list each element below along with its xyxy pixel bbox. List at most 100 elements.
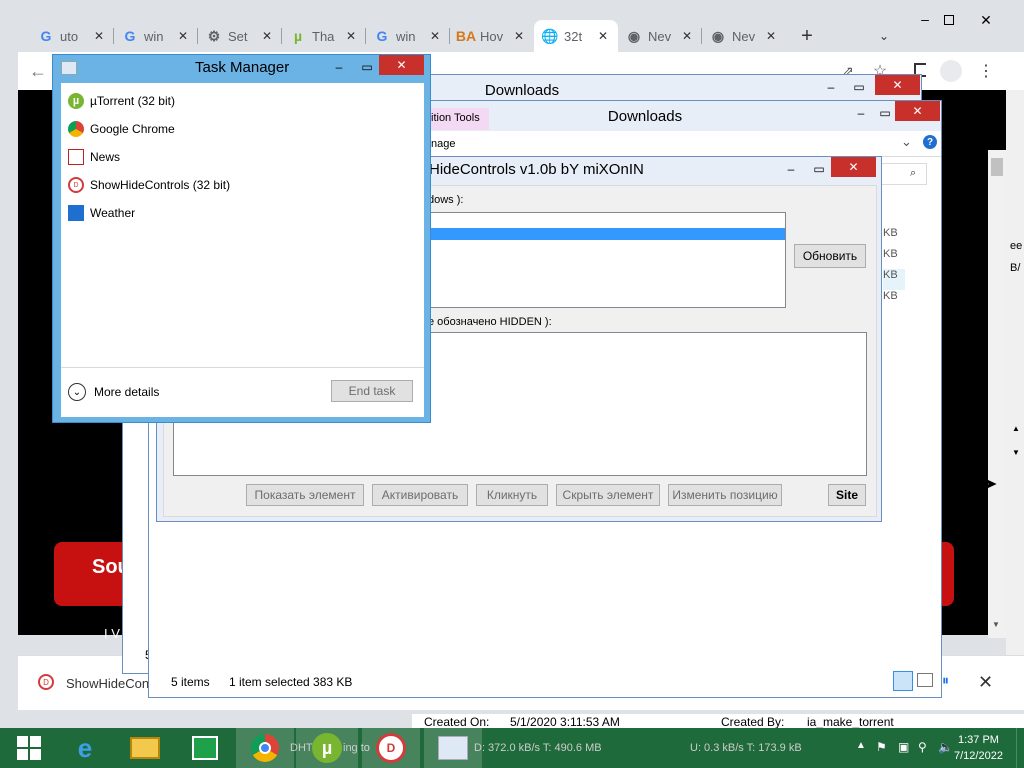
task-manager-body: µ µTorrent (32 bit) Google Chrome News D Show… xyxy=(61,83,424,417)
browser-tab[interactable]: ◉ Nev ✕ xyxy=(618,20,702,52)
maximize-button[interactable]: ▭ xyxy=(805,159,833,179)
help-icon[interactable]: ? xyxy=(923,135,937,149)
close-download-bar-icon[interactable]: ✕ xyxy=(978,672,993,693)
tab-close-icon[interactable]: ✕ xyxy=(344,29,358,43)
close-button[interactable]: ✕ xyxy=(379,55,424,75)
network-icon[interactable]: ▣ xyxy=(898,740,909,754)
app-list-item[interactable]: µ µTorrent (32 bit) xyxy=(61,87,424,115)
ribbon-tab-application-tools[interactable]: ition Tools xyxy=(429,108,489,130)
close-button[interactable]: ✕ xyxy=(831,157,876,177)
taskbar-ie[interactable]: e xyxy=(56,728,114,768)
download-speed: D: 372.0 kB/s T: 490.6 MB xyxy=(474,742,602,754)
volume-icon[interactable]: 🔈 xyxy=(938,740,953,754)
hide-element-button[interactable]: Скрыть элемент xyxy=(556,484,660,506)
chevron-down-icon[interactable]: ⌄ xyxy=(68,383,86,401)
windows-listbox[interactable] xyxy=(416,212,786,308)
end-task-button[interactable]: End task xyxy=(331,380,413,402)
maximize-button[interactable]: ▭ xyxy=(845,77,873,97)
app-list-item[interactable]: News xyxy=(61,143,424,171)
task-manager-icon xyxy=(438,736,468,760)
tab-close-icon[interactable]: ✕ xyxy=(260,29,274,43)
tab-title: Nev xyxy=(648,28,672,44)
scroll-down-arrow-icon[interactable]: ▼ xyxy=(992,620,1000,629)
tab-close-icon[interactable]: ✕ xyxy=(764,29,778,43)
task-manager-window: Task Manager – ▭ ✕ µ µTorrent (32 bit) Goo… xyxy=(52,54,431,423)
change-position-button[interactable]: Изменить позицию xyxy=(668,484,782,506)
app-list-item[interactable]: D ShowHideControls (32 bit) xyxy=(61,171,424,199)
tab-close-icon[interactable]: ✕ xyxy=(512,29,526,43)
tab-close-icon[interactable]: ✕ xyxy=(176,29,190,43)
profile-avatar-icon[interactable] xyxy=(940,60,962,82)
clock-date[interactable]: 7/12/2022 xyxy=(954,750,1003,762)
tab-favicon-icon: ◉ xyxy=(627,27,641,44)
tray-expand-icon[interactable]: ▲ xyxy=(856,740,866,751)
details-view-icon[interactable] xyxy=(893,671,913,691)
browser-tab[interactable]: Guto ✕ xyxy=(30,20,114,52)
browser-tab[interactable]: Gwin ✕ xyxy=(114,20,198,52)
taskbar-showhide[interactable]: D xyxy=(362,728,420,768)
new-tab-button[interactable]: + xyxy=(795,24,819,48)
minimize-button[interactable]: – xyxy=(325,57,353,77)
minimize-button[interactable]: – xyxy=(817,77,845,97)
show-desktop-button[interactable] xyxy=(1016,728,1024,768)
clock-time[interactable]: 1:37 PM xyxy=(958,734,999,746)
click-button[interactable]: Кликнуть xyxy=(476,484,548,506)
activate-button[interactable]: Активировать xyxy=(372,484,468,506)
app-name: Google Chrome xyxy=(90,122,175,136)
show-element-button[interactable]: Показать элемент xyxy=(246,484,364,506)
tab-close-icon[interactable]: ✕ xyxy=(92,29,106,43)
tab-separator xyxy=(113,28,114,44)
menu-dots-icon[interactable]: ⋮ xyxy=(976,61,996,81)
selected-list-item[interactable] xyxy=(417,228,785,240)
more-details-link[interactable]: More details xyxy=(94,385,159,399)
app-list-item[interactable]: Weather xyxy=(61,199,424,227)
taskbar-store[interactable] xyxy=(176,728,234,768)
start-button[interactable] xyxy=(0,728,58,768)
maximize-button[interactable]: ▭ xyxy=(353,57,381,77)
browser-tab[interactable]: ⚙ Set ✕ xyxy=(198,20,282,52)
scrollbar-thumb[interactable] xyxy=(991,158,1003,176)
scroll-down-arrow-icon[interactable]: ▼ xyxy=(1012,448,1020,457)
site-button[interactable]: Site xyxy=(828,484,866,506)
tab-close-icon[interactable]: ✕ xyxy=(596,29,610,43)
scroll-up-arrow-icon[interactable]: ▲ xyxy=(1012,424,1020,433)
tab-favicon-icon: 🌐 xyxy=(541,27,559,44)
search-box[interactable]: ⌕ xyxy=(875,163,927,185)
tab-title: win xyxy=(396,28,416,44)
show-all-icon[interactable]: ⏸ xyxy=(942,672,949,689)
close-button[interactable]: ✕ xyxy=(895,101,940,121)
large-icons-view-icon[interactable] xyxy=(917,673,933,687)
torrent-status-text: DHT xyxy=(290,742,313,754)
browser-tab[interactable]: Gwin ✕ xyxy=(366,20,450,52)
refresh-button[interactable]: Обновить xyxy=(794,244,866,268)
maximize-icon[interactable] xyxy=(944,15,954,25)
minimize-button[interactable]: – xyxy=(777,159,805,179)
tab-close-icon[interactable]: ✕ xyxy=(428,29,442,43)
browser-tab[interactable]: 🌐 32t ✕ xyxy=(534,20,618,52)
browser-tab[interactable]: µ Tha ✕ xyxy=(282,20,366,52)
taskbar-explorer[interactable] xyxy=(116,728,174,768)
ribbon-expand-chevron-icon[interactable]: ⌄ xyxy=(901,134,912,150)
size-cell: KB xyxy=(883,227,898,239)
page-scrollbar[interactable]: ▼ xyxy=(988,150,1006,638)
browser-tab[interactable]: ◉ Nev ✕ xyxy=(702,20,786,52)
store-icon xyxy=(192,736,218,760)
flag-icon[interactable]: ⚑ xyxy=(876,740,887,754)
taskbar-chrome[interactable] xyxy=(236,728,294,768)
tab-title: Set xyxy=(228,28,248,44)
close-icon[interactable]: ✕ xyxy=(970,10,1002,30)
tab-search-chevron-icon[interactable]: ⌄ xyxy=(874,26,894,46)
app-list-item[interactable]: Google Chrome xyxy=(61,115,424,143)
minimize-icon[interactable]: – xyxy=(918,11,932,27)
ribbon-subtab-label[interactable]: nage xyxy=(431,138,455,150)
tab-title: uto xyxy=(60,28,79,44)
wifi-icon[interactable]: ⚲ xyxy=(918,740,927,754)
close-button[interactable]: ✕ xyxy=(875,75,920,95)
chrome-icon xyxy=(251,734,279,762)
size-cell: KB xyxy=(883,290,898,302)
tab-separator xyxy=(365,28,366,44)
back-arrow-icon[interactable]: ← xyxy=(28,61,48,81)
tab-close-icon[interactable]: ✕ xyxy=(680,29,694,43)
browser-tab[interactable]: BA Hov ✕ xyxy=(450,20,534,52)
tab-favicon-icon: G xyxy=(376,28,388,44)
